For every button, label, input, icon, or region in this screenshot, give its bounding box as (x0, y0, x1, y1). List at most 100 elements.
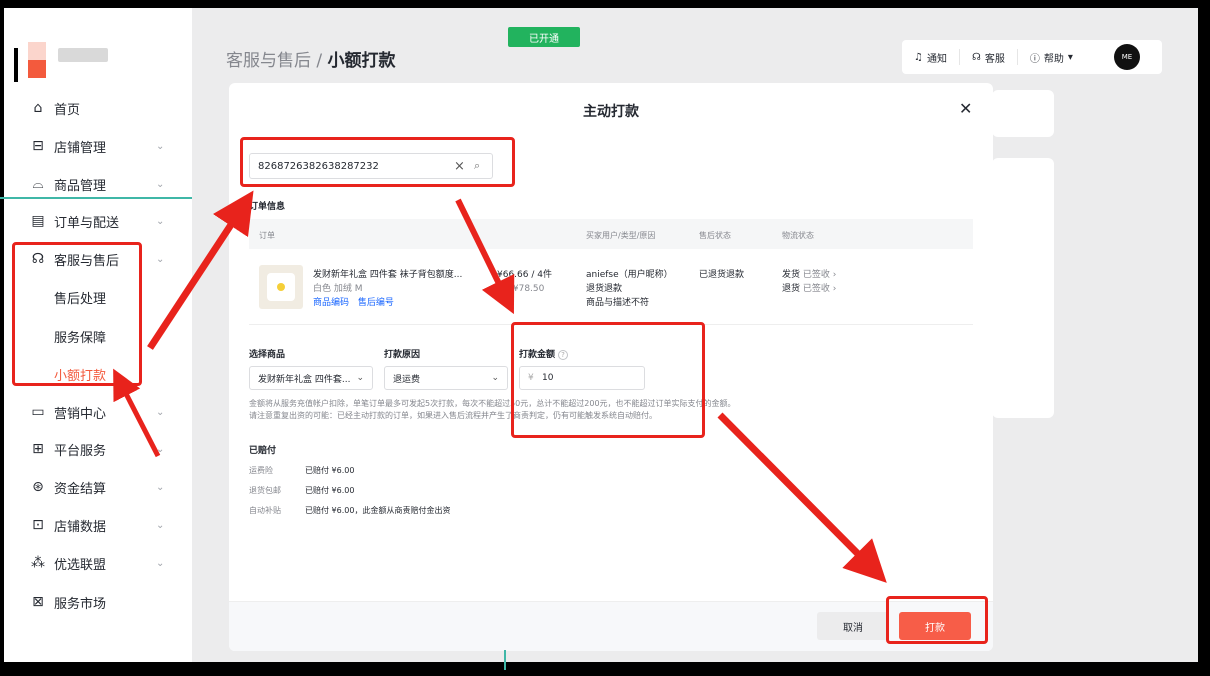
close-icon[interactable]: ✕ (959, 99, 972, 118)
column-header: 买家用户/类型/原因 (586, 231, 656, 240)
breadcrumb-parent[interactable]: 客服与售后 (226, 51, 311, 71)
ship-status-link[interactable]: 已签收 › (803, 270, 836, 280)
paid-key: 运费险 (249, 466, 273, 475)
chevron-down-icon: ⌄ (356, 373, 364, 383)
help-button[interactable]: ⓘ 帮助 ▾ (1018, 49, 1085, 65)
amount-input[interactable]: ¥ 10 (519, 366, 645, 390)
return-label: 退货 (782, 284, 801, 294)
currency-symbol: ¥ (528, 373, 534, 383)
chevron-down-icon: ⌄ (156, 406, 165, 418)
chevron-down-icon: ⌄ (156, 140, 165, 152)
marketing-icon: ▭ (31, 404, 45, 420)
paid-amount: 款 ¥78.50 (501, 284, 545, 294)
column-header: 售后状态 (699, 231, 731, 240)
search-icon[interactable]: ⌕ (474, 159, 480, 173)
sidebar-item-9[interactable]: ⁂ 优选联盟 ⌄ (4, 545, 192, 581)
service-button[interactable]: ☊ 客服 (960, 49, 1018, 65)
sidebar-item-4[interactable]: ☊ 客服与售后 ⌄ (4, 241, 192, 277)
aftersale-status: 已退货退款 (699, 270, 745, 280)
yuan-icon: ⊛ (32, 479, 44, 495)
service-label: 客服 (984, 53, 1005, 65)
product-name: 发财新年礼盒 四件套 袜子背包额度... (313, 270, 463, 280)
alliance-icon: ⁂ (31, 555, 45, 571)
briefcase-icon: ⊞ (32, 441, 44, 457)
sidebar-subitem-label: 小额打款 (54, 368, 107, 384)
sidebar-item-label: 营销中心 (54, 406, 107, 422)
ship-label: 发货 (782, 270, 801, 280)
aftersale-code-link[interactable]: 售后编号 (358, 298, 394, 308)
amount-label-text: 打款金额 (519, 350, 556, 360)
sidebar-item-label: 首页 (54, 102, 81, 118)
logo-bar (14, 48, 18, 82)
sidebar-subitem-label: 售后处理 (54, 291, 107, 307)
amount-label: 打款金额? (519, 347, 569, 360)
table-row: 发财新年礼盒 四件套 袜子背包额度... 白色 加绒 M 商品编码 售后编号 ¥… (249, 255, 973, 325)
sidebar-item-3[interactable]: ▤ 订单与配送 ⌄ (4, 203, 192, 239)
chevron-down-icon: ⌄ (156, 481, 165, 493)
sidebar-item-10[interactable]: ⊠ 服务市场 (4, 584, 192, 620)
paid-key: 退货包邮 (249, 486, 281, 495)
sidebar-subitem-0[interactable]: 售后处理 (4, 279, 192, 315)
chevron-down-icon: ⌄ (156, 215, 165, 227)
shop-name-redacted (58, 48, 108, 62)
product-thumbnail (259, 265, 303, 309)
product-code-link[interactable]: 商品编码 (313, 298, 349, 308)
chevron-down-icon: ⌄ (156, 443, 165, 455)
breadcrumb: 客服与售后 / 小额打款 (226, 46, 396, 71)
product-spec: 白色 加绒 M (313, 284, 363, 294)
home-icon: ⌂ (33, 100, 43, 116)
paid-value: 已赔付 ¥6.00 (305, 486, 355, 495)
sidebar-item-label: 店铺数据 (54, 519, 107, 535)
frame-top (0, 0, 1210, 8)
frame-bottom (0, 662, 1210, 676)
dialog-title: 主动打款 (583, 104, 639, 120)
dialog-footer: 取消 打款 (229, 601, 993, 651)
avatar[interactable]: ME (1114, 44, 1140, 70)
sidebar-item-6[interactable]: ⊞ 平台服务 ⌄ (4, 431, 192, 467)
sidebar-item-label: 服务市场 (54, 596, 107, 612)
breadcrumb-separator: / (311, 51, 328, 71)
amount-value: 10 (542, 373, 554, 383)
sidebar-item-8[interactable]: ⊡ 店铺数据 ⌄ (4, 507, 192, 543)
chevron-down-icon: ⌄ (156, 178, 165, 190)
sidebar-item-7[interactable]: ⊛ 资金结算 ⌄ (4, 469, 192, 505)
notify-button[interactable]: ♫ 通知 (902, 49, 960, 65)
buyer-nickname: aniefse（用户昵称） (586, 270, 673, 280)
sidebar-item-label: 客服与售后 (54, 253, 120, 269)
sidebar: ⌂ 首页 ⊟ 店铺管理 ⌄ ⌓ 商品管理 ⌄ ▤ 订单与配送 ⌄ ☊ 客服与售后 ⌄ ▭ 营销中心 ⌄ ⊞ 平台服务… (4, 8, 192, 662)
background-card (992, 90, 1054, 137)
aftersale-reason: 商品与描述不符 (586, 298, 650, 308)
cancel-button[interactable]: 取消 (817, 612, 889, 640)
product-select[interactable]: 发财新年礼盒 四件套... ⌄ (249, 366, 373, 390)
order-search-input[interactable]: 8268726382638287232 × ⌕ (249, 153, 493, 179)
help-icon[interactable]: ? (558, 350, 569, 360)
pay-button[interactable]: 打款 (899, 612, 971, 640)
reason-select-value: 退运费 (393, 374, 421, 385)
reason-select[interactable]: 退运费 ⌄ (384, 366, 508, 390)
sidebar-item-label: 优选联盟 (54, 557, 107, 573)
logo-icon[interactable] (28, 42, 46, 78)
chevron-down-icon: ⌄ (491, 373, 499, 383)
question-icon: ⓘ (1029, 53, 1040, 65)
paid-heading: 已赔付 (249, 446, 277, 456)
background-card (992, 158, 1054, 418)
duplicate-note: 请注意重复出资的可能：已经主动打款的订单，如果进入售后流程并产生了商责判定，仍有… (249, 411, 657, 420)
clear-icon[interactable]: × (454, 159, 465, 174)
sidebar-item-label: 资金结算 (54, 481, 107, 497)
chevron-down-icon: ⌄ (156, 253, 165, 265)
select-product-label: 选择商品 (249, 350, 286, 360)
paid-value: 已赔付 ¥6.00，此金额从商责赔付金出资 (305, 506, 451, 515)
sidebar-item-1[interactable]: ⊟ 店铺管理 ⌄ (4, 128, 192, 164)
chevron-down-icon: ⌄ (156, 557, 165, 569)
return-status-link[interactable]: 已签收 › (803, 284, 836, 294)
paid-key: 自动补贴 (249, 506, 281, 515)
sidebar-item-0[interactable]: ⌂ 首页 (4, 90, 192, 126)
aftersale-type: 退货退款 (586, 284, 623, 294)
sidebar-subitem-1[interactable]: 服务保障 (4, 318, 192, 354)
pay-dialog: 主动打款 ✕ 8268726382638287232 × ⌕ 订单信息 订单 买… (229, 83, 993, 651)
sidebar-subitem-2[interactable]: 小额打款 (4, 356, 192, 392)
sidebar-item-5[interactable]: ▭ 营销中心 ⌄ (4, 394, 192, 430)
reason-label: 打款原因 (384, 350, 421, 360)
headset-icon: ☊ (31, 251, 45, 267)
store-icon: ⊟ (32, 138, 44, 154)
